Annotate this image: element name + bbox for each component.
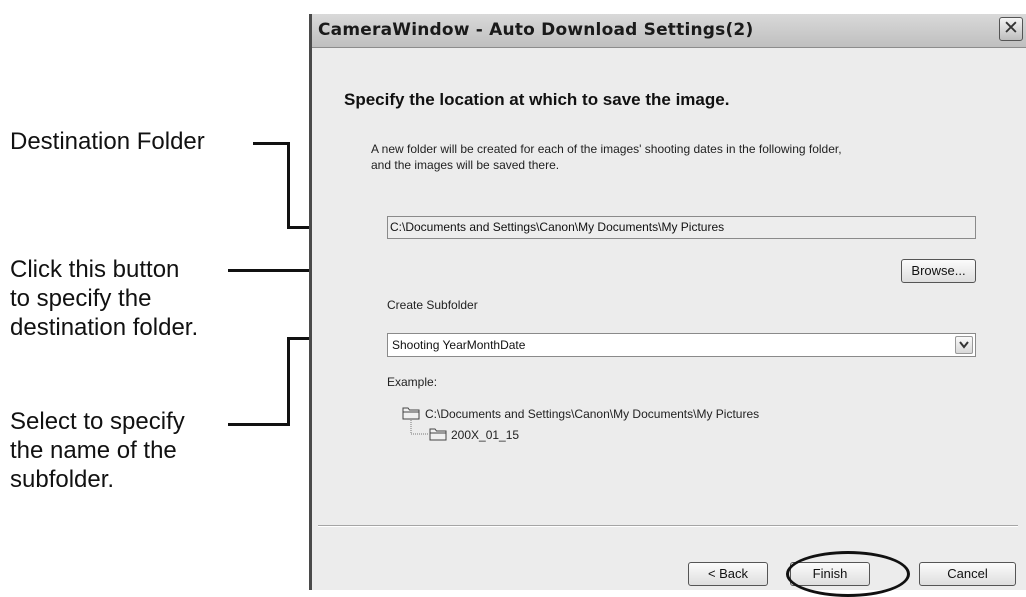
close-button[interactable]: ✕ (999, 17, 1023, 41)
callout-browse: Click this button to specify the destina… (10, 255, 198, 342)
example-root-path: C:\Documents and Settings\Canon\My Docum… (425, 407, 760, 421)
callout-line (253, 142, 289, 145)
description-line: A new folder will be created for each of… (371, 142, 842, 156)
window-title: CameraWindow - Auto Download Settings(2) (318, 20, 754, 40)
finish-button[interactable]: Finish (790, 562, 870, 586)
subfolder-format-value: Shooting YearMonthDate (392, 338, 526, 352)
destination-folder-field[interactable]: C:\Documents and Settings\Canon\My Docum… (387, 216, 976, 239)
description-text: A new folder will be created for each of… (371, 141, 991, 173)
create-subfolder-label: Create Subfolder (387, 298, 478, 312)
browse-button[interactable]: Browse... (901, 259, 976, 283)
example-label: Example: (387, 375, 438, 389)
callout-line (228, 423, 290, 426)
example-child-folder: 200X_01_15 (451, 428, 520, 442)
callout-line (287, 337, 290, 426)
title-bar[interactable]: CameraWindow - Auto Download Settings(2)… (312, 14, 1026, 48)
callout-text: Destination Folder (10, 128, 205, 155)
folder-icon (429, 428, 447, 441)
divider (318, 525, 1018, 527)
chevron-down-icon[interactable] (955, 336, 973, 354)
callout-text: to specify the (10, 285, 152, 312)
subfolder-format-select[interactable]: Shooting YearMonthDate (387, 333, 976, 357)
callout-text: Click this button (10, 256, 180, 283)
tree-connector (410, 420, 429, 435)
close-icon: ✕ (1003, 17, 1019, 39)
callout-destination-folder: Destination Folder (10, 127, 205, 156)
back-button[interactable]: < Back (688, 562, 768, 586)
callout-text: Select to specify (10, 408, 185, 435)
folder-icon (402, 407, 420, 420)
callout-line (287, 142, 290, 229)
callout-text: destination folder. (10, 314, 199, 341)
auto-download-settings-dialog: CameraWindow - Auto Download Settings(2)… (309, 14, 1026, 597)
callout-text: subfolder. (10, 466, 115, 493)
callout-text: the name of the (10, 437, 177, 464)
page-heading: Specify the location at which to save th… (344, 90, 730, 109)
cancel-button[interactable]: Cancel (919, 562, 1016, 586)
callout-subfolder: Select to specify the name of the subfol… (10, 407, 185, 494)
description-line: and the images will be saved there. (371, 158, 560, 172)
